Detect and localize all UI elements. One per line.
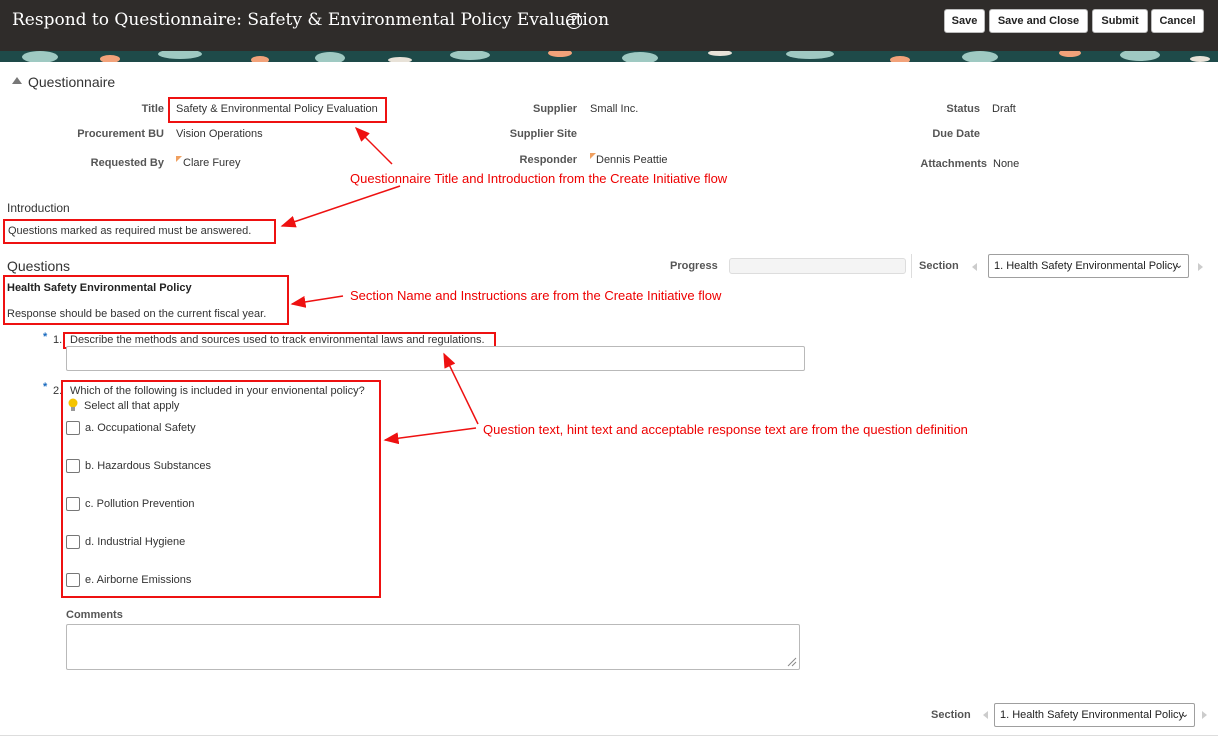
section-select-value: 1. Health Safety Environmental Policy [994,260,1179,272]
footer-section-label: Section [931,709,971,721]
footer-section-select[interactable]: 1. Health Safety Environmental Policy ⌄ [994,703,1195,727]
previous-section-icon[interactable] [983,711,988,719]
progress-label: Progress [670,260,718,272]
arrow-to-section [290,295,344,308]
chevron-down-icon: ⌄ [1180,709,1189,720]
section-select[interactable]: 1. Health Safety Environmental Policy ⌄ [988,254,1189,278]
annotation-section: Section Name and Instructions are from t… [350,288,722,303]
introduction-heading: Introduction [7,201,70,215]
attachments-value[interactable]: None [993,158,1019,170]
next-section-icon[interactable] [1198,263,1203,271]
required-indicator: * [43,381,48,393]
previous-section-icon[interactable] [972,263,977,271]
save-and-close-button[interactable]: Save and Close [989,9,1088,33]
arrow-to-question-2 [383,427,477,445]
divider [911,254,912,278]
title-highlight-box [168,97,387,123]
question-2-highlight-box [61,380,381,598]
decorative-banner [0,51,1218,62]
arrow-to-title [354,126,393,165]
procurement-bu-label: Procurement BU [77,128,164,140]
requested-by-value[interactable]: Clare Furey [183,157,240,169]
responder-label: Responder [519,154,577,166]
question-1-number: 1. [53,334,63,346]
questionnaire-heading: Questionnaire [28,74,116,90]
supplier-value: Small Inc. [590,103,639,115]
chevron-down-icon: ⌄ [1174,260,1183,271]
collapse-triangle-icon[interactable] [12,77,22,84]
status-label: Status [946,103,980,115]
attachments-label: Attachments [920,158,987,170]
requested-by-label: Requested By [90,157,164,169]
supplier-label: Supplier [532,103,577,115]
responder-value[interactable]: Dennis Peattie [596,154,668,166]
comments-label: Comments [66,609,123,621]
section-highlight-box [3,275,289,325]
save-button[interactable]: Save [944,9,985,33]
title-label: Title [141,103,164,115]
status-value: Draft [992,103,1016,115]
introduction-highlight-box [3,219,276,244]
procurement-bu-value: Vision Operations [176,128,263,140]
resize-handle-icon[interactable] [787,657,797,667]
submit-button[interactable]: Submit [1092,9,1148,33]
next-section-icon[interactable] [1202,711,1207,719]
arrow-to-introduction [280,185,401,228]
progress-bar [729,258,906,274]
comments-textarea[interactable] [66,624,800,670]
page-title: Respond to Questionnaire: Safety & Envir… [12,10,610,30]
questions-heading: Questions [7,258,71,274]
supplier-site-label: Supplier Site [509,128,577,140]
section-label: Section [919,260,959,272]
person-flag-icon [176,156,182,162]
footer-divider [0,735,1218,736]
footer-section-select-value: 1. Health Safety Environmental Policy [1000,709,1185,721]
annotation-question: Question text, hint text and acceptable … [483,422,968,437]
cancel-button[interactable]: Cancel [1151,9,1204,33]
required-indicator: * [43,331,48,343]
help-icon[interactable]: ? [566,13,582,29]
question-1-answer-input[interactable] [66,346,805,371]
due-date-label: Due Date [932,128,980,140]
banner-pattern [0,51,1218,62]
annotation-title-intro: Questionnaire Title and Introduction fro… [350,171,728,186]
